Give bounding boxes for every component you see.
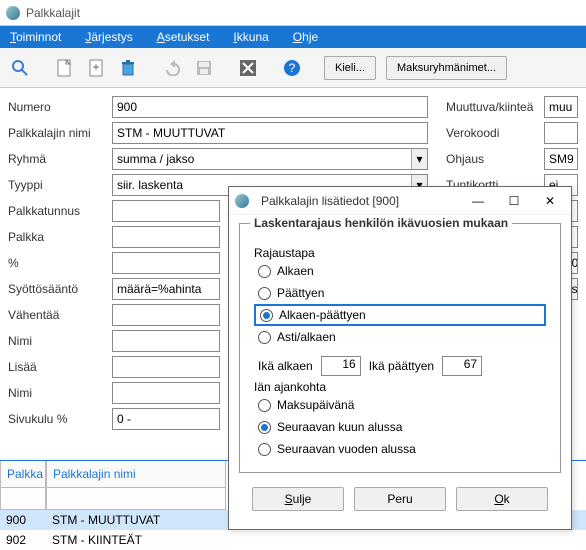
dialog-lisatiedot: Palkkalajin lisätiedot [900] — ☐ ✕ Laske… (228, 186, 572, 530)
radio-alkaen[interactable]: Alkaen (250, 260, 550, 282)
field-sivukulu[interactable]: 0 - (112, 408, 220, 430)
window-title: Palkkalajit (26, 6, 80, 20)
fieldset-legend: Laskentarajaus henkilön ikävuosien mukaa… (250, 216, 512, 230)
field-palkkatunnus[interactable] (112, 200, 220, 222)
label-ajankohta: Iän ajankohta (250, 380, 550, 394)
window-titlebar: Palkkalajit (0, 0, 586, 26)
label-tyyppi: Tyyppi (8, 178, 112, 192)
save-icon[interactable] (190, 54, 218, 82)
minimize-icon[interactable]: — (463, 190, 493, 212)
chevron-down-icon[interactable]: ▾ (411, 149, 427, 169)
fieldset-laskentarajaus: Laskentarajaus henkilön ikävuosien mukaa… (239, 223, 561, 473)
field-verokoodi[interactable] (544, 122, 578, 144)
undo-icon[interactable] (158, 54, 186, 82)
table-row[interactable]: 902STM - KIINTEÄT (0, 530, 586, 550)
input-ika-paattyen[interactable]: 67 (442, 356, 482, 376)
help-icon[interactable]: ? (278, 54, 306, 82)
sulje-button[interactable]: Sulje (252, 487, 344, 511)
input-ika-alkaen[interactable]: 16 (321, 356, 361, 376)
cell-name: STM - MUUTTUVAT (46, 513, 226, 527)
radio-seuraavan-kuun[interactable]: Seuraavan kuun alussa (250, 416, 550, 438)
label-ika-alkaen: Ikä alkaen (258, 359, 313, 373)
field-nimi2[interactable] (112, 382, 220, 404)
field-muuttuva[interactable]: muu (544, 96, 578, 118)
add-doc-icon[interactable]: + (82, 54, 110, 82)
label-verokoodi: Verokoodi (446, 126, 544, 140)
radio-seuraavan-vuoden[interactable]: Seuraavan vuoden alussa (250, 438, 550, 460)
label-palkkalajin-nimi: Palkkalajin nimi (8, 126, 112, 140)
radio-asti-alkaen[interactable]: Asti/alkaen (250, 326, 550, 348)
label-palkka: Palkka (8, 230, 112, 244)
cell-name: STM - KIINTEÄT (46, 533, 226, 547)
radio-alkaen-paattyen[interactable]: Alkaen-päättyen (254, 304, 546, 326)
close-x-icon[interactable] (234, 54, 262, 82)
label-rajaustapa: Rajaustapa (250, 246, 550, 260)
menu-asetukset[interactable]: Asetukset (157, 30, 210, 44)
label-ohjaus: Ohjaus (446, 152, 544, 166)
svg-text:+: + (92, 60, 99, 74)
menu-ikkuna[interactable]: Ikkuna (233, 30, 268, 44)
menubar: Toiminnot Järjestys Asetukset Ikkuna Ohj… (0, 26, 586, 48)
label-muuttuva: Muuttuva/kiinteä (446, 100, 544, 114)
grid-col-nimi[interactable]: Palkkalajin nimi (46, 461, 226, 488)
grid-col-palkka[interactable]: Palkka (0, 461, 46, 488)
svg-text:?: ? (289, 61, 296, 75)
field-syottosaanto[interactable]: määrä=%ahinta (112, 278, 220, 300)
dialog-title: Palkkalajin lisätiedot [900] (261, 194, 457, 208)
cell-num: 900 (0, 513, 46, 527)
search-icon[interactable] (6, 54, 34, 82)
maksuryhmanimet-button[interactable]: Maksuryhmänimet... (386, 56, 507, 80)
kieli-button[interactable]: Kieli... (324, 56, 376, 80)
grid-filter-2[interactable] (46, 488, 226, 510)
label-palkkatunnus: Palkkatunnus (8, 204, 112, 218)
new-doc-icon[interactable] (50, 54, 78, 82)
label-ryhma: Ryhmä (8, 152, 112, 166)
app-icon (235, 194, 249, 208)
label-syottosaanto: Syöttösääntö (8, 282, 112, 296)
cell-num: 902 (0, 533, 46, 547)
maximize-icon[interactable]: ☐ (499, 190, 529, 212)
field-vahentaa[interactable] (112, 304, 220, 326)
label-percent: % (8, 256, 112, 270)
field-ryhma[interactable]: summa / jakso▾ (112, 148, 428, 170)
menu-jarjestys[interactable]: Järjestys (85, 30, 132, 44)
radio-paattyen[interactable]: Päättyen (250, 282, 550, 304)
label-vahentaa: Vähentää (8, 308, 112, 322)
label-lisaa: Lisää (8, 360, 112, 374)
field-lisaa[interactable] (112, 356, 220, 378)
field-nimi1[interactable] (112, 330, 220, 352)
toolbar: + ? Kieli... Maksuryhmänimet... (0, 48, 586, 88)
radio-maksupaivana[interactable]: Maksupäivänä (250, 394, 550, 416)
label-sivukulu: Sivukulu % (8, 412, 112, 426)
label-ika-paattyen: Ikä päättyen (369, 359, 434, 373)
menu-ohje[interactable]: Ohje (293, 30, 318, 44)
label-nimi1: Nimi (8, 334, 112, 348)
field-percent[interactable] (112, 252, 220, 274)
menu-toiminnot[interactable]: Toiminnot (10, 30, 61, 44)
label-nimi2: Nimi (8, 386, 112, 400)
grid-filter-1[interactable] (0, 488, 46, 510)
ok-button[interactable]: Ok (456, 487, 548, 511)
field-numero[interactable]: 900 (112, 96, 428, 118)
close-icon[interactable]: ✕ (535, 190, 565, 212)
app-icon (6, 6, 20, 20)
field-palkka[interactable] (112, 226, 220, 248)
label-numero: Numero (8, 100, 112, 114)
field-ohjaus[interactable]: SM9 (544, 148, 578, 170)
delete-icon[interactable] (114, 54, 142, 82)
peru-button[interactable]: Peru (354, 487, 446, 511)
field-palkkalajin-nimi[interactable]: STM - MUUTTUVAT (112, 122, 428, 144)
